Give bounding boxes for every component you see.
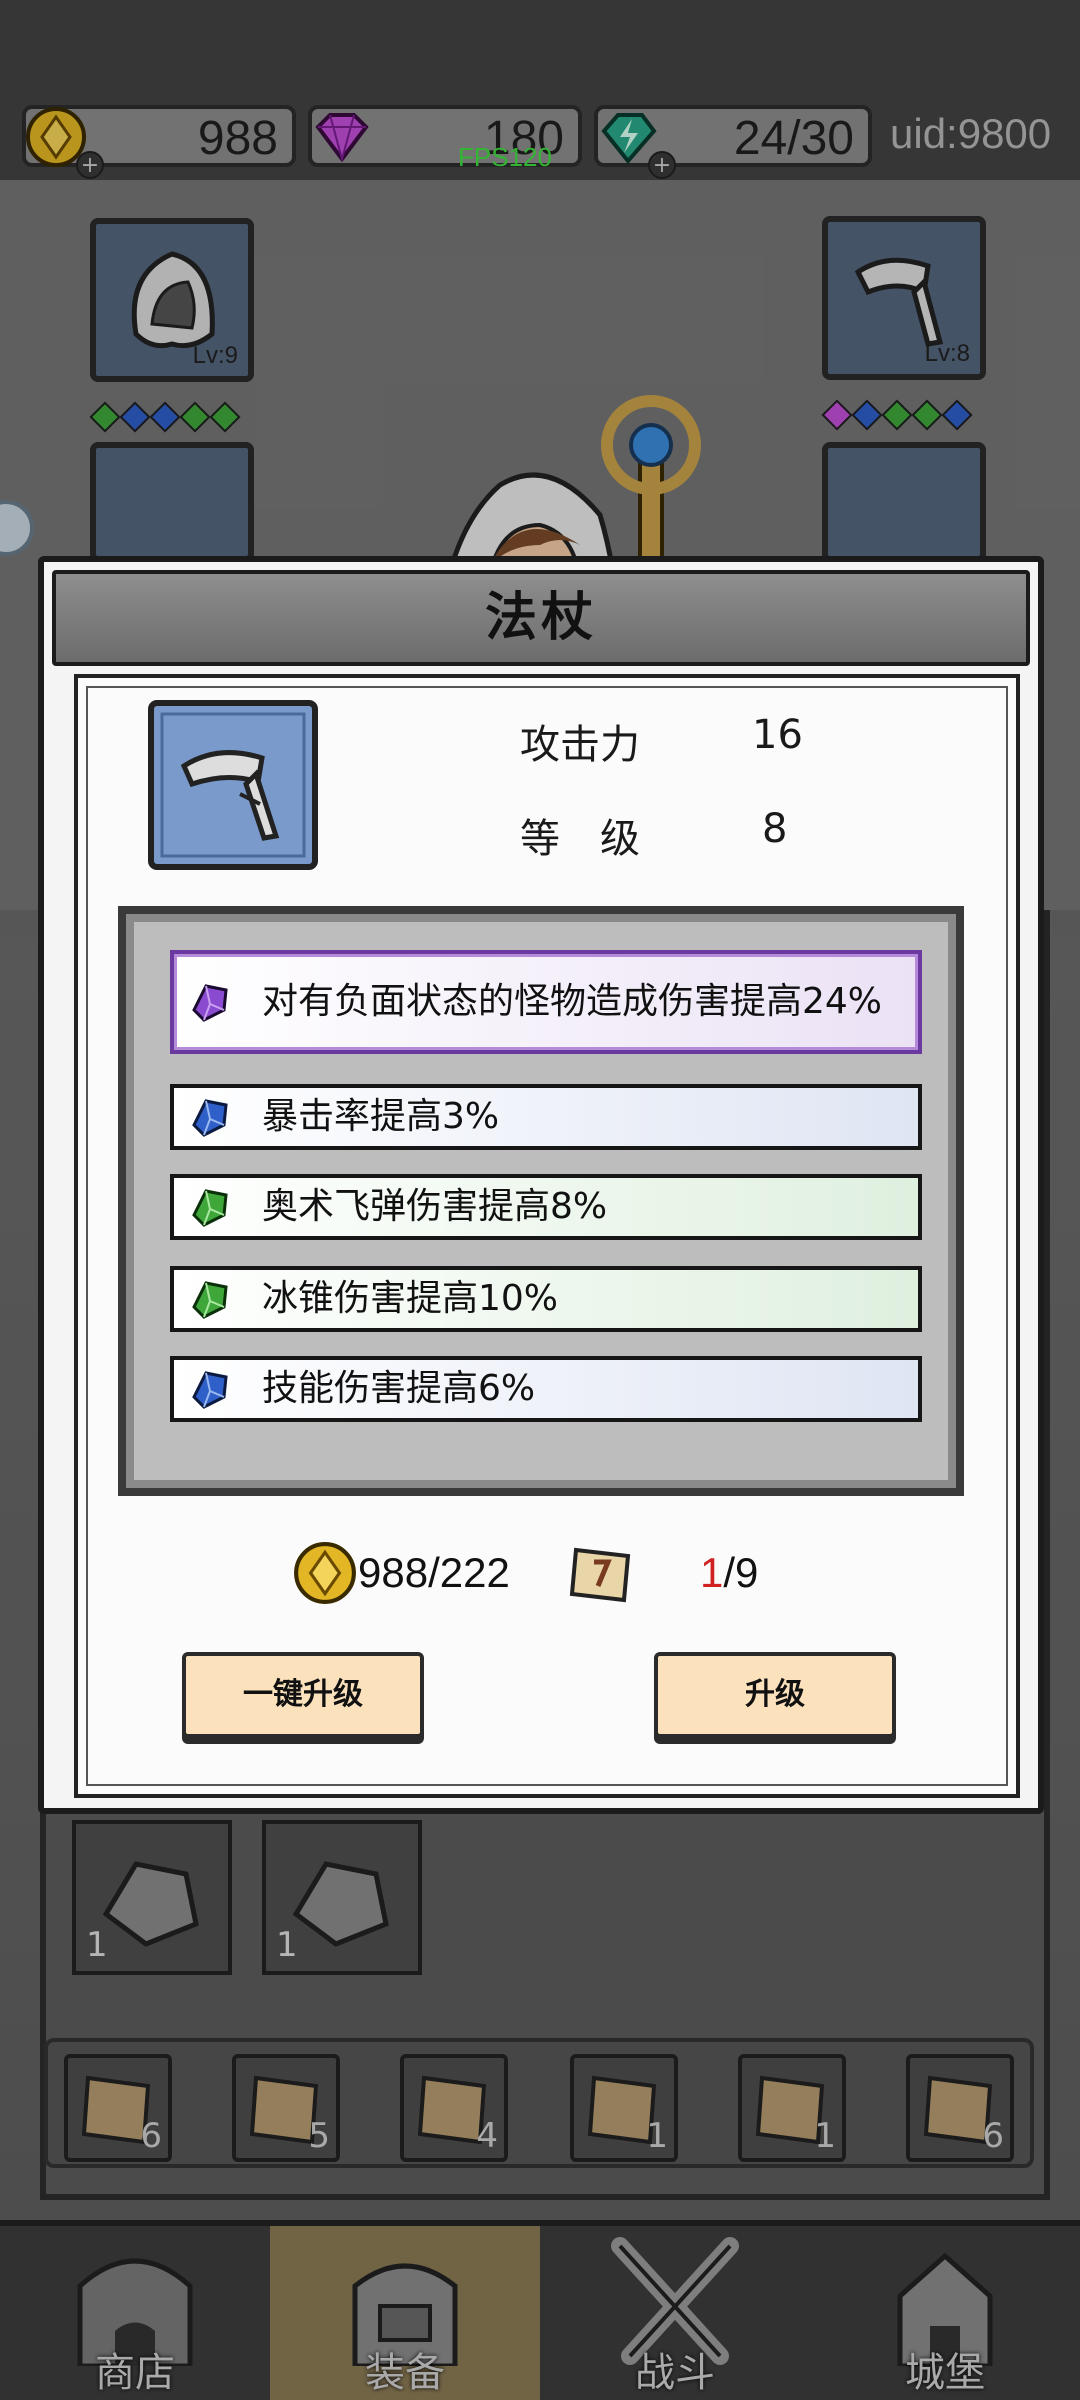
attack-value: 16 bbox=[752, 712, 803, 758]
staff-icon bbox=[148, 700, 318, 870]
level-label: 等 级 bbox=[520, 816, 640, 862]
scroll-cost: 1 /9 bbox=[568, 1540, 758, 1606]
green-gem-icon bbox=[192, 1281, 228, 1319]
attribute-row: 奥术飞弹伤害提高8% bbox=[170, 1174, 922, 1240]
scroll-need: /9 bbox=[723, 1549, 759, 1596]
blue-gem-icon bbox=[192, 1099, 228, 1137]
item-icon-frame bbox=[148, 700, 318, 874]
attribute-row: 对有负面状态的怪物造成伤害提高24% bbox=[170, 950, 922, 1054]
upgrade-button[interactable]: 升级 bbox=[654, 1652, 896, 1738]
attribute-row: 冰锥伤害提高10% bbox=[170, 1266, 922, 1332]
gold-cost-value: 988/222 bbox=[358, 1549, 510, 1596]
attack-label: 攻击力 bbox=[520, 722, 640, 768]
attribute-panel: 对有负面状态的怪物造成伤害提高24% 暴击率提高3% 奥术飞弹伤害提高8% 冰锥… bbox=[118, 906, 964, 1496]
gold-coin-icon bbox=[294, 1542, 356, 1604]
purple-gem-icon bbox=[192, 984, 228, 1022]
attribute-row: 暴击率提高3% bbox=[170, 1084, 922, 1150]
green-gem-icon bbox=[192, 1189, 228, 1227]
one-key-upgrade-button[interactable]: 一键升级 bbox=[182, 1652, 424, 1738]
scroll-icon bbox=[569, 1547, 631, 1603]
blue-gem-icon bbox=[192, 1371, 228, 1409]
attribute-row: 技能伤害提高6% bbox=[170, 1356, 922, 1422]
scroll-have: 1 bbox=[700, 1549, 724, 1596]
gold-cost: 988/222 bbox=[292, 1540, 510, 1606]
modal-header: 法杖 bbox=[52, 570, 1030, 666]
modal-title: 法杖 bbox=[484, 588, 597, 648]
level-value: 8 bbox=[762, 806, 788, 852]
